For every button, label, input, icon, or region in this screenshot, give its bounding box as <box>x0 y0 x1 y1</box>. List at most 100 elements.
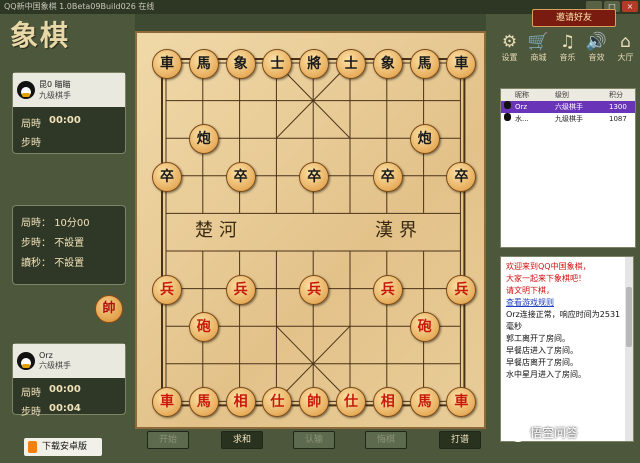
step-time-label: 步時 <box>21 407 41 418</box>
setting-value: 不設置 <box>54 258 85 269</box>
black-piece[interactable]: 將 <box>299 49 330 79</box>
setting-label: 局時 <box>21 218 41 229</box>
opponent-rank: 九级棋手 <box>39 91 71 100</box>
setting-step-time: 步時： 不設置 <box>21 238 85 249</box>
red-piece[interactable]: 兵 <box>446 274 477 305</box>
col-nickname-header[interactable]: 昵称 <box>515 89 555 101</box>
player-rank: 六级棋手 <box>39 361 71 370</box>
red-piece[interactable]: 砲 <box>409 312 440 343</box>
player-list-rank: 六级棋手 <box>555 103 583 111</box>
black-piece[interactable]: 士 <box>336 49 366 79</box>
toolbar-label: 音乐 <box>559 53 576 62</box>
opponent-header[interactable]: 昆0 瞄瞄 九级棋手 <box>13 73 125 107</box>
watermark: 悟空问答 <box>510 424 634 442</box>
red-piece[interactable]: 相 <box>372 387 403 418</box>
close-button[interactable]: × <box>622 1 638 12</box>
room-player-list: 昵称 级别 积分 Orz 六级棋手 1300 水... 九级棋手 1087 <box>500 88 636 248</box>
chat-scrollbar[interactable] <box>625 257 633 441</box>
avatar-icon <box>17 81 35 99</box>
red-piece[interactable]: 兵 <box>372 274 403 305</box>
game-settings: 局時： 10分00 步時： 不設置 讀秒： 不設置 <box>12 205 126 285</box>
black-piece[interactable]: 卒 <box>446 161 477 192</box>
chat-message: 大家一起来下象棋吧！ <box>506 274 586 283</box>
toolbar-speaker-button[interactable]: 🔊 音效 <box>583 32 610 63</box>
player-list-icon-cell <box>501 113 515 125</box>
player-list-row[interactable]: Orz 六级棋手 1300 <box>501 101 635 113</box>
setting-label: 步時 <box>21 238 41 249</box>
col-icon-header <box>501 89 515 101</box>
chat-message: 早餐店离开了房间。 <box>506 358 578 367</box>
action-button-1[interactable]: 求和 <box>221 431 263 449</box>
col-score-header[interactable]: 积分 <box>609 89 635 101</box>
chat-message: 早餐店进入了房间。 <box>506 346 578 355</box>
player-step-time: 步時 00:04 <box>13 401 125 420</box>
black-piece[interactable]: 馬 <box>188 49 219 79</box>
red-piece[interactable]: 相 <box>225 387 256 418</box>
black-piece[interactable]: 卒 <box>152 161 182 192</box>
cart-icon: 🛒 <box>527 32 550 52</box>
opponent-name: 昆0 瞄瞄 <box>39 80 71 89</box>
setting-game-time: 局時： 10分00 <box>21 218 90 229</box>
step-time-label: 步時 <box>21 138 41 149</box>
red-piece[interactable]: 兵 <box>299 274 330 305</box>
black-piece[interactable]: 卒 <box>225 161 256 192</box>
app-logo: 象棋 <box>10 19 71 52</box>
player-list-name: Orz <box>515 103 528 111</box>
red-piece[interactable]: 馬 <box>409 387 440 418</box>
user-icon <box>504 101 511 109</box>
toolbar-label: 商城 <box>530 53 547 62</box>
river-left-text: 楚河 <box>195 220 243 241</box>
red-piece[interactable]: 兵 <box>225 274 256 305</box>
black-piece[interactable]: 象 <box>372 49 403 79</box>
game-time-value: 00:00 <box>49 115 81 126</box>
game-time-value: 00:00 <box>49 384 81 395</box>
col-rank-header[interactable]: 级别 <box>555 89 609 101</box>
toolbar-home-button[interactable]: ⌂ 大厅 <box>612 32 639 63</box>
black-piece[interactable]: 炮 <box>188 124 219 155</box>
music-icon: ♫ <box>559 32 576 52</box>
player-list-name: 水... <box>515 115 529 123</box>
red-piece[interactable]: 馬 <box>188 387 219 418</box>
red-piece[interactable]: 兵 <box>152 274 182 305</box>
player-header[interactable]: Orz 六级棋手 <box>13 344 125 378</box>
player-list-score: 1300 <box>609 103 627 111</box>
action-button-4[interactable]: 打谱 <box>439 431 481 449</box>
black-piece[interactable]: 卒 <box>299 161 330 192</box>
player-side-piece: 帥 <box>95 295 123 323</box>
action-button-3[interactable]: 悔棋 <box>365 431 407 449</box>
invite-friends-button[interactable]: 邀请好友 <box>532 9 616 27</box>
toolbar-music-button[interactable]: ♫ 音乐 <box>554 32 581 63</box>
red-piece[interactable]: 砲 <box>188 312 219 343</box>
opponent-game-time: 局時 00:00 <box>13 113 125 132</box>
action-button-2[interactable]: 认输 <box>293 431 335 449</box>
black-piece[interactable]: 車 <box>152 49 182 79</box>
chat-link[interactable]: 查看游戏规则 <box>506 297 628 309</box>
download-android-button[interactable]: 下载安卓版 <box>24 438 102 456</box>
chat-message: 请文明下棋， <box>506 286 554 295</box>
action-bar: 开始 求和 认输 悔棋 打谱 <box>135 429 486 463</box>
player-card: Orz 六级棋手 局時 00:00 步時 00:04 <box>12 343 126 418</box>
watermark-logo-icon <box>510 425 526 442</box>
toolbar-cart-button[interactable]: 🛒 商城 <box>525 32 552 63</box>
setting-label: 讀秒 <box>21 258 41 269</box>
scrollbar-thumb[interactable] <box>626 287 632 347</box>
black-piece[interactable]: 象 <box>225 49 256 79</box>
game-time-label: 局時 <box>21 388 41 399</box>
chat-message: Orz连接正常，响应时间为2531毫秒 <box>506 310 621 331</box>
black-piece[interactable]: 馬 <box>409 49 440 79</box>
chat-message: 郭工离开了房间。 <box>506 334 570 343</box>
board-grid <box>161 58 466 407</box>
black-piece[interactable]: 炮 <box>409 124 440 155</box>
chess-board[interactable]: 楚河 漢界 車馬象士將士象馬車炮炮卒卒卒卒卒兵兵兵兵兵砲砲車馬相仕帥仕相馬車 <box>135 31 486 429</box>
action-button-0[interactable]: 开始 <box>147 431 189 449</box>
black-piece[interactable]: 卒 <box>372 161 403 192</box>
player-list-rank: 九级棋手 <box>555 115 583 123</box>
avatar-icon <box>17 352 35 370</box>
player-list-row[interactable]: 水... 九级棋手 1087 <box>501 113 635 125</box>
home-icon: ⌂ <box>620 32 631 52</box>
opponent-step-time: 步時 <box>13 132 125 151</box>
toolbar-label: 音效 <box>588 53 605 62</box>
toolbar-gear-button[interactable]: ⚙ 设置 <box>496 32 523 63</box>
game-time-label: 局時 <box>21 119 41 130</box>
toolbar-label: 设置 <box>501 53 518 62</box>
